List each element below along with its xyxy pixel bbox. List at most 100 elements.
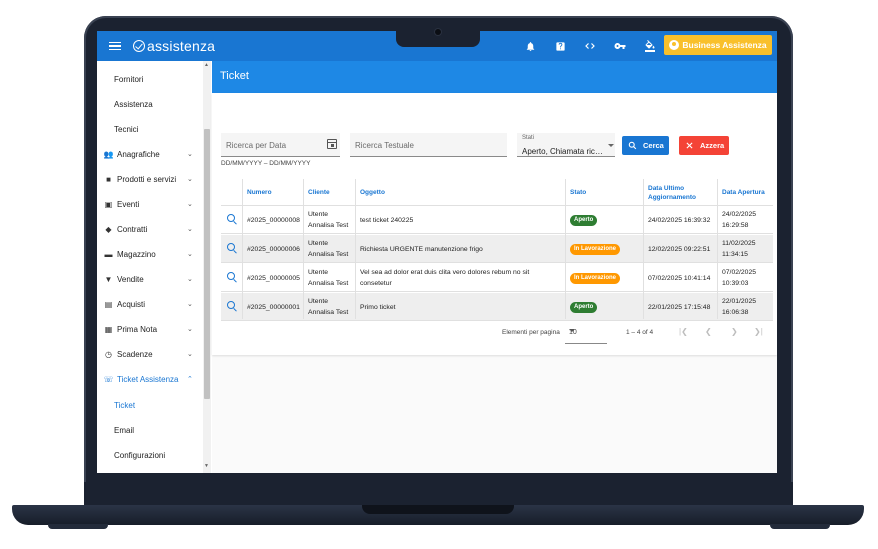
cell-apertura-date: 22/01/2025 — [722, 298, 757, 305]
paint-bucket-icon[interactable] — [635, 31, 665, 61]
search-icon — [628, 141, 637, 150]
sidebar-item-email[interactable]: Email — [97, 418, 203, 442]
sidebar-item-scadenze[interactable]: ◷ Scadenze ⌄ — [97, 342, 203, 366]
last-page-icon[interactable]: ❯| — [754, 327, 763, 336]
laptop-chin — [84, 482, 793, 506]
view-ticket-search-icon[interactable] — [227, 243, 235, 251]
reset-button[interactable]: Azzera — [679, 136, 729, 155]
view-ticket-search-icon[interactable] — [227, 272, 235, 280]
cell-apertura-date: 11/02/2025 — [722, 240, 756, 247]
cell-cliente: Utente Annalisa Test — [308, 293, 348, 321]
cell-cliente-line2: Annalisa Test — [308, 222, 349, 229]
dropdown-caret-icon — [569, 329, 575, 332]
sidebar-item-configurazioni[interactable]: Configurazioni — [97, 443, 203, 467]
code-icon[interactable] — [575, 31, 605, 61]
first-page-icon[interactable]: |❮ — [679, 327, 688, 336]
cell-numero: #2025_00000006 — [247, 245, 300, 253]
chevron-down-icon: ⌄ — [187, 301, 193, 308]
chevron-down-icon: ⌄ — [187, 251, 193, 258]
sidebar-scrollbar-thumb[interactable] — [204, 129, 210, 399]
chevron-down-icon: ⌄ — [187, 351, 193, 358]
sidebar-item-vendite[interactable]: ▼ Vendite ⌄ — [97, 267, 203, 291]
view-ticket-search-icon[interactable] — [227, 301, 235, 309]
page-range: 1 – 4 of 4 — [626, 329, 654, 336]
text-search-input[interactable]: Ricerca Testuale — [350, 133, 507, 157]
cell-numero: #2025_00000008 — [247, 216, 300, 224]
scroll-up-arrow-icon[interactable]: ▲ — [204, 62, 209, 68]
header-stato[interactable]: Stato — [570, 179, 586, 206]
cell-apertura-date: 24/02/2025 — [722, 211, 757, 218]
sidebar-item-magazzino[interactable]: ▬ Magazzino ⌄ — [97, 242, 203, 266]
header-data-apertura[interactable]: Data Apertura — [722, 179, 765, 206]
app-logo[interactable]: assistenza — [133, 38, 215, 54]
sidebar-item-label: Prodotti e servizi — [117, 174, 177, 184]
cell-oggetto-line1: Richiesta URGENTE manutenzione frigo — [360, 245, 483, 253]
page-size-label: Elementi per pagina — [502, 329, 560, 336]
cell-cliente-line2: Annalisa Test — [308, 309, 349, 316]
sidebar-item-eventi[interactable]: ▣ Eventi ⌄ — [97, 192, 203, 216]
next-page-icon[interactable]: ❯ — [731, 327, 738, 336]
basket-icon: ▼ — [104, 274, 113, 284]
laptop-foot-left — [48, 524, 108, 529]
chevron-down-icon: ⌄ — [187, 176, 193, 183]
notifications-bell-icon[interactable] — [515, 31, 545, 61]
chevron-down-icon: ⌄ — [187, 276, 193, 283]
cell-cliente-line2: Annalisa Test — [308, 280, 349, 287]
main-content: Ticket Ricerca per Data DD/MM/YYYY – DD/… — [212, 61, 777, 473]
page-size-select[interactable]: 10 — [565, 322, 607, 344]
business-account-button[interactable]: Business Assistenza — [664, 35, 772, 55]
status-badge: In Lavorazione — [570, 272, 621, 284]
cell-oggetto-line1: test ticket 240225 — [360, 216, 414, 224]
truck-icon: ▬ — [104, 249, 113, 259]
date-range-input[interactable]: Ricerca per Data — [221, 133, 340, 157]
sidebar-item-ticket-assistenza[interactable]: ☏ Ticket Assistenza ⌃ — [97, 367, 203, 391]
sidebar-item-fornitori[interactable]: Fornitori — [97, 67, 203, 91]
headset-icon: ☏ — [103, 374, 114, 384]
ticket-card: Ricerca per Data DD/MM/YYYY – DD/MM/YYYY… — [212, 93, 777, 355]
cell-apertura: 22/01/2025 16:06:38 — [722, 293, 756, 321]
search-button[interactable]: Cerca — [622, 136, 669, 155]
header-numero[interactable]: Numero — [247, 179, 272, 206]
menu-icon[interactable] — [109, 41, 121, 51]
sidebar-item-label: Magazzino — [117, 249, 156, 259]
header-data-ultimo-aggiornamento[interactable]: Data Ultimo Aggiornamento — [648, 179, 696, 206]
sidebar-item-label: Vendite — [117, 274, 144, 284]
previous-page-icon[interactable]: ❮ — [705, 327, 712, 336]
text-search-placeholder: Ricerca Testuale — [355, 141, 414, 150]
page-title: Ticket — [212, 61, 777, 93]
view-ticket-search-icon[interactable] — [227, 214, 235, 222]
calendar-picker-icon[interactable] — [327, 139, 337, 149]
status-badge: Aperto — [570, 301, 598, 313]
column-divider — [717, 179, 718, 319]
sidebar-item-assistenza[interactable]: Assistenza — [97, 92, 203, 116]
account-circle-icon — [669, 40, 680, 50]
sidebar-item-label: Configurazioni — [114, 450, 166, 460]
chevron-up-icon: ⌃ — [187, 376, 193, 383]
laptop-base-groove — [362, 505, 514, 514]
cell-apertura-time: 16:29:58 — [722, 222, 749, 229]
cell-aggiornamento: 07/02/2025 10:41:14 — [648, 274, 711, 282]
sidebar-item-prodotti[interactable]: ■ Prodotti e servizi ⌄ — [97, 167, 203, 191]
sidebar-item-anagrafiche[interactable]: 👥 Anagrafiche ⌄ — [97, 142, 203, 166]
sidebar-item-contratti[interactable]: ◆ Contratti ⌄ — [97, 217, 203, 241]
sidebar-item-label: Tecnici — [114, 124, 139, 134]
sidebar-item-acquisti[interactable]: ▤ Acquisti ⌄ — [97, 292, 203, 316]
date-format-hint: DD/MM/YYYY – DD/MM/YYYY — [221, 160, 311, 167]
cell-stato: Aperto — [570, 206, 598, 234]
scroll-down-arrow-icon[interactable]: ▼ — [204, 463, 209, 469]
sidebar-item-prima-nota[interactable]: ▦ Prima Nota ⌄ — [97, 317, 203, 341]
cell-aggiornamento: 24/02/2025 16:39:32 — [648, 216, 711, 224]
header-cliente[interactable]: Cliente — [308, 179, 330, 206]
sidebar-item-ticket[interactable]: Ticket — [97, 393, 203, 417]
status-select[interactable]: Stati Aperto, Chiamata ricevuta — [517, 133, 615, 157]
people-icon: 👥 — [103, 149, 114, 159]
sidebar-item-label: Fornitori — [114, 74, 144, 84]
reset-button-label: Azzera — [700, 141, 725, 150]
sidebar-item-tecnici[interactable]: Tecnici — [97, 117, 203, 141]
key-icon[interactable] — [605, 31, 635, 61]
header-oggetto[interactable]: Oggetto — [360, 179, 385, 206]
date-range-placeholder: Ricerca per Data — [226, 141, 287, 150]
chevron-down-icon: ⌄ — [187, 326, 193, 333]
cell-apertura-time: 11:34:15 — [722, 251, 748, 258]
help-icon[interactable] — [545, 31, 575, 61]
